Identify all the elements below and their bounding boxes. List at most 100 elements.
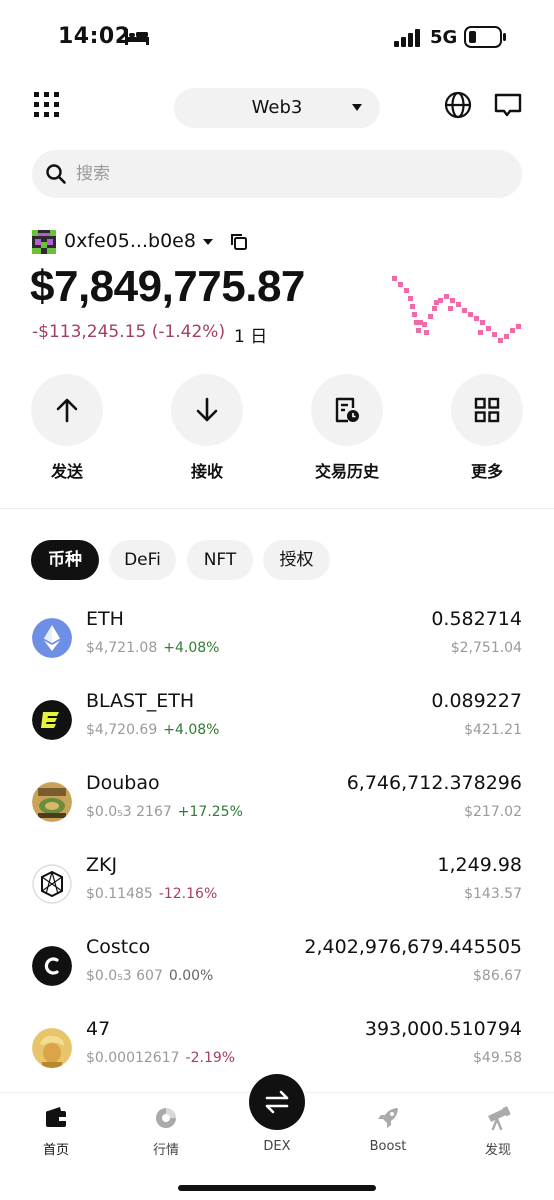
market-icon xyxy=(156,1108,176,1128)
arrow-down-icon xyxy=(196,397,218,422)
token-value: $86.67 xyxy=(473,968,522,984)
tab-defi[interactable]: DeFi xyxy=(109,540,176,580)
globe-icon[interactable] xyxy=(444,91,472,119)
send-action[interactable]: 发送 xyxy=(31,374,103,481)
token-change: -12.16% xyxy=(158,886,218,902)
sparkline-dot xyxy=(450,298,455,303)
sparkline-dot xyxy=(498,338,503,343)
status-time: 14:02 xyxy=(58,24,131,49)
token-row-47[interactable]: 47 $0.00012617 -2.19% 393,000.510794 $49.… xyxy=(0,1018,554,1082)
copy-icon[interactable] xyxy=(230,233,248,251)
receive-action[interactable]: 接收 xyxy=(171,374,243,481)
sparkline-dot xyxy=(408,296,413,301)
token-price: $0.11485 xyxy=(86,886,153,902)
history-button[interactable] xyxy=(311,374,383,446)
token-name: ETH xyxy=(86,608,124,630)
costco-logo-icon xyxy=(32,946,72,986)
token-price: $0.0₅3 607 xyxy=(86,968,163,984)
sparkline-dot xyxy=(478,330,483,335)
receive-button[interactable] xyxy=(171,374,243,446)
send-button[interactable] xyxy=(31,374,103,446)
nav-discover-label: 发现 xyxy=(484,1143,511,1158)
address-dropdown-icon[interactable] xyxy=(203,239,213,245)
message-icon[interactable] xyxy=(494,93,522,119)
telescope-icon xyxy=(488,1106,511,1131)
token-row-eth[interactable]: ETH $4,721.08 +4.08% 0.582714 $2,751.04 xyxy=(0,608,554,672)
nav-boost-label: Boost xyxy=(369,1139,407,1154)
blast-logo-icon xyxy=(32,700,72,740)
caret-down-icon xyxy=(352,104,362,111)
sparkline-dot xyxy=(456,302,461,307)
network-selector-label: Web3 xyxy=(251,97,303,118)
token-row-costco[interactable]: Costco $0.0₅3 607 0.00% 2,402,976,679.445… xyxy=(0,936,554,1000)
sparkline-dot xyxy=(448,306,453,311)
sparkline-dot xyxy=(468,312,473,317)
zkj-logo-icon xyxy=(32,864,72,904)
section-divider xyxy=(0,508,554,509)
tab-tokens[interactable]: 币种 xyxy=(31,540,99,580)
token-price-line: $0.0₅3 2167 +17.25% xyxy=(86,804,243,820)
dex-button[interactable] xyxy=(249,1074,305,1130)
tab-approvals[interactable]: 授权 xyxy=(263,540,330,580)
doubao-logo-icon xyxy=(32,782,72,822)
token-row-blast-eth[interactable]: BLAST_ETH $4,720.69 +4.08% 0.089227 $421.… xyxy=(0,690,554,754)
home-indicator xyxy=(178,1185,376,1191)
sparkline-dot xyxy=(474,316,479,321)
sparkline-dot xyxy=(462,308,467,313)
sparkline-dot xyxy=(432,306,437,311)
receive-label: 接收 xyxy=(190,462,223,481)
pnl-period[interactable]: 1 日 xyxy=(234,322,267,347)
token-row-zkj[interactable]: ZKJ $0.11485 -12.16% 1,249.98 $143.57 xyxy=(0,854,554,918)
status-bar: 14:02 5G xyxy=(0,0,554,76)
sparkline-dot xyxy=(516,324,521,329)
sparkline-dot xyxy=(404,288,409,293)
token-value: $143.57 xyxy=(464,886,522,902)
sparkline-dot xyxy=(510,328,515,333)
history-icon xyxy=(335,397,359,423)
search-input[interactable] xyxy=(76,158,496,190)
nav-market[interactable]: 行情 xyxy=(126,1105,206,1158)
sparkline-dot xyxy=(434,300,439,305)
swap-icon xyxy=(265,1090,289,1114)
more-grid-icon xyxy=(474,397,500,423)
history-action[interactable]: 交易历史 xyxy=(311,374,383,481)
wallet-icon xyxy=(46,1107,66,1127)
token-value: $217.02 xyxy=(464,804,522,820)
balance-sparkline xyxy=(392,276,521,343)
token-value: $2,751.04 xyxy=(450,640,522,656)
sparkline-dot xyxy=(412,312,417,317)
token-row-doubao[interactable]: Doubao $0.0₅3 2167 +17.25% 6,746,712.3782… xyxy=(0,772,554,836)
token-amount: 393,000.510794 xyxy=(364,1018,522,1040)
sparkline-dot xyxy=(492,332,497,337)
token-change: 0.00% xyxy=(168,968,214,984)
sparkline-dot xyxy=(424,330,429,335)
more-action[interactable]: 更多 xyxy=(451,374,523,481)
sleep-focus-icon xyxy=(125,29,149,45)
eth-logo-icon xyxy=(32,618,72,658)
nav-market-label: 行情 xyxy=(152,1143,179,1158)
token-change: +4.08% xyxy=(163,640,220,656)
token-value: $49.58 xyxy=(473,1050,522,1066)
nav-home-label: 首页 xyxy=(42,1143,69,1158)
search-bar[interactable] xyxy=(32,150,522,198)
nav-home[interactable]: 首页 xyxy=(16,1105,96,1158)
sparkline-dot xyxy=(444,294,449,299)
token-price: $0.0₅3 2167 xyxy=(86,804,172,820)
search-icon xyxy=(46,164,66,184)
token-amount: 6,746,712.378296 xyxy=(346,772,522,794)
token-value: $421.21 xyxy=(464,722,522,738)
nav-discover[interactable]: 发现 xyxy=(458,1105,538,1158)
token-amount: 0.582714 xyxy=(431,608,522,630)
apps-grid-icon[interactable] xyxy=(34,92,60,118)
nav-boost[interactable]: Boost xyxy=(348,1105,428,1154)
network-selector[interactable]: Web3 xyxy=(174,88,380,128)
nav-dex-label: DEX xyxy=(263,1139,291,1154)
history-label: 交易历史 xyxy=(314,462,379,481)
more-button[interactable] xyxy=(451,374,523,446)
wallet-address[interactable]: 0xfe05...b0e8 xyxy=(64,230,196,252)
sparkline-dot xyxy=(428,314,433,319)
top-header: Web3 xyxy=(0,84,554,130)
token-amount: 1,249.98 xyxy=(437,854,522,876)
wallet-avatar[interactable] xyxy=(32,230,56,254)
tab-nft[interactable]: NFT xyxy=(187,540,253,580)
